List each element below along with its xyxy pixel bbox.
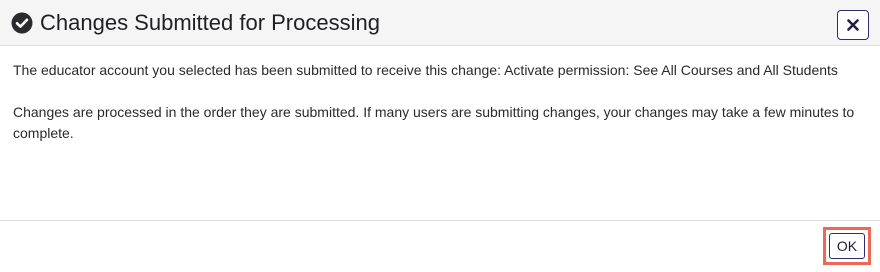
confirmation-message: The educator account you selected has be…: [13, 62, 838, 78]
dialog-title: Changes Submitted for Processing: [40, 10, 380, 35]
close-icon: [847, 19, 859, 31]
changes-submitted-dialog: Changes Submitted for Processing The edu…: [0, 0, 880, 272]
dialog-header: Changes Submitted for Processing: [0, 0, 880, 46]
close-button[interactable]: [837, 10, 869, 40]
ok-button-label: OK: [829, 233, 865, 259]
processing-note: Changes are processed in the order they …: [13, 104, 855, 141]
footer-divider: [0, 220, 880, 221]
check-circle-icon: [11, 12, 33, 34]
ok-button[interactable]: OK: [823, 227, 871, 265]
dialog-body: The educator account you selected has be…: [13, 60, 871, 165]
